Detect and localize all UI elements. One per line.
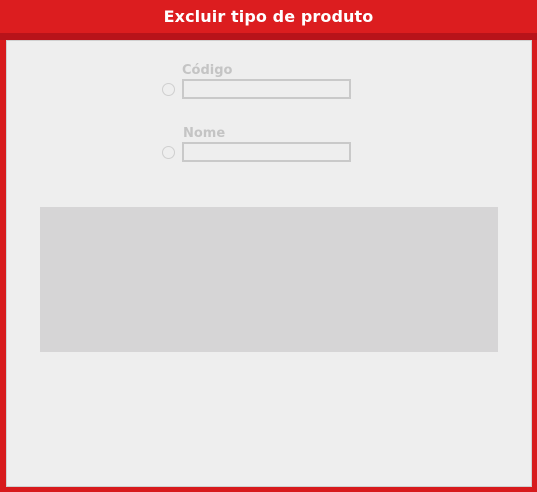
radio-codigo[interactable] <box>162 83 175 96</box>
title-bar: Excluir tipo de produto <box>0 0 537 33</box>
results-grid[interactable] <box>40 207 498 352</box>
dialog-window: Excluir tipo de produto Código Nome <box>0 0 537 492</box>
window-title: Excluir tipo de produto <box>163 7 374 26</box>
radio-nome[interactable] <box>162 146 175 159</box>
codigo-input[interactable] <box>182 79 351 99</box>
content-panel: Código Nome <box>6 40 532 487</box>
title-bar-shadow <box>0 33 537 40</box>
nome-label: Nome <box>183 126 226 141</box>
nome-input[interactable] <box>182 142 351 162</box>
codigo-label: Código <box>182 63 233 78</box>
